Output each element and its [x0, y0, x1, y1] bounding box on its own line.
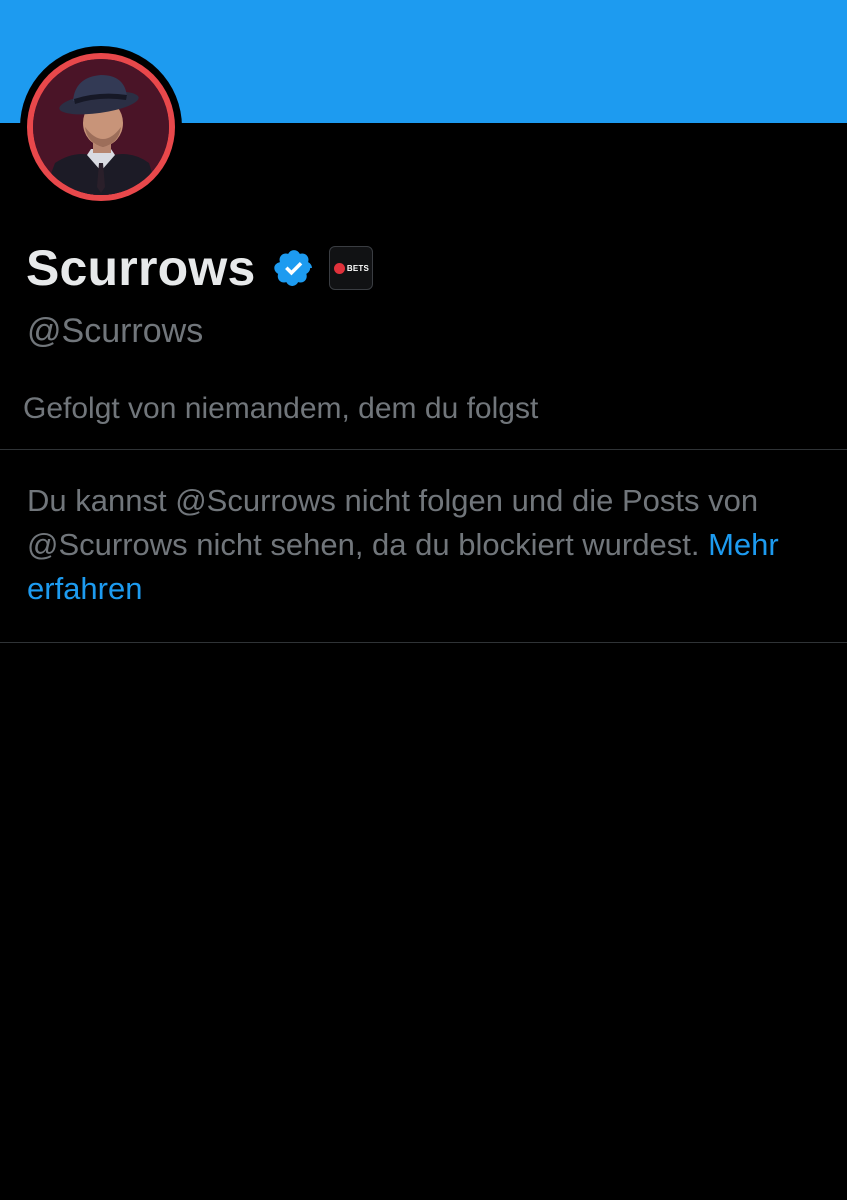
avatar-man-in-fedora-icon	[33, 59, 169, 195]
bets-affiliate-icon[interactable]: BETS	[329, 246, 374, 290]
blocked-message: Du kannst @Scurrows nicht folgen und die…	[27, 483, 759, 562]
avatar-container[interactable]	[20, 46, 182, 208]
divider	[0, 449, 847, 450]
blocked-notice: Du kannst @Scurrows nicht folgen und die…	[27, 479, 847, 611]
avatar[interactable]	[33, 59, 169, 195]
affiliate-label: BETS	[346, 263, 370, 273]
divider	[0, 642, 847, 643]
display-name: Scurrows	[26, 240, 256, 296]
followed-by-text[interactable]: Gefolgt von niemandem, dem du folgst	[23, 392, 538, 426]
verified-badge-icon[interactable]	[273, 247, 315, 289]
avatar-ring	[27, 53, 175, 201]
profile-handle: @Scurrows	[27, 312, 204, 350]
affiliate-logo-dot	[333, 262, 345, 274]
profile-name-row: Scurrows BETS	[26, 236, 374, 300]
